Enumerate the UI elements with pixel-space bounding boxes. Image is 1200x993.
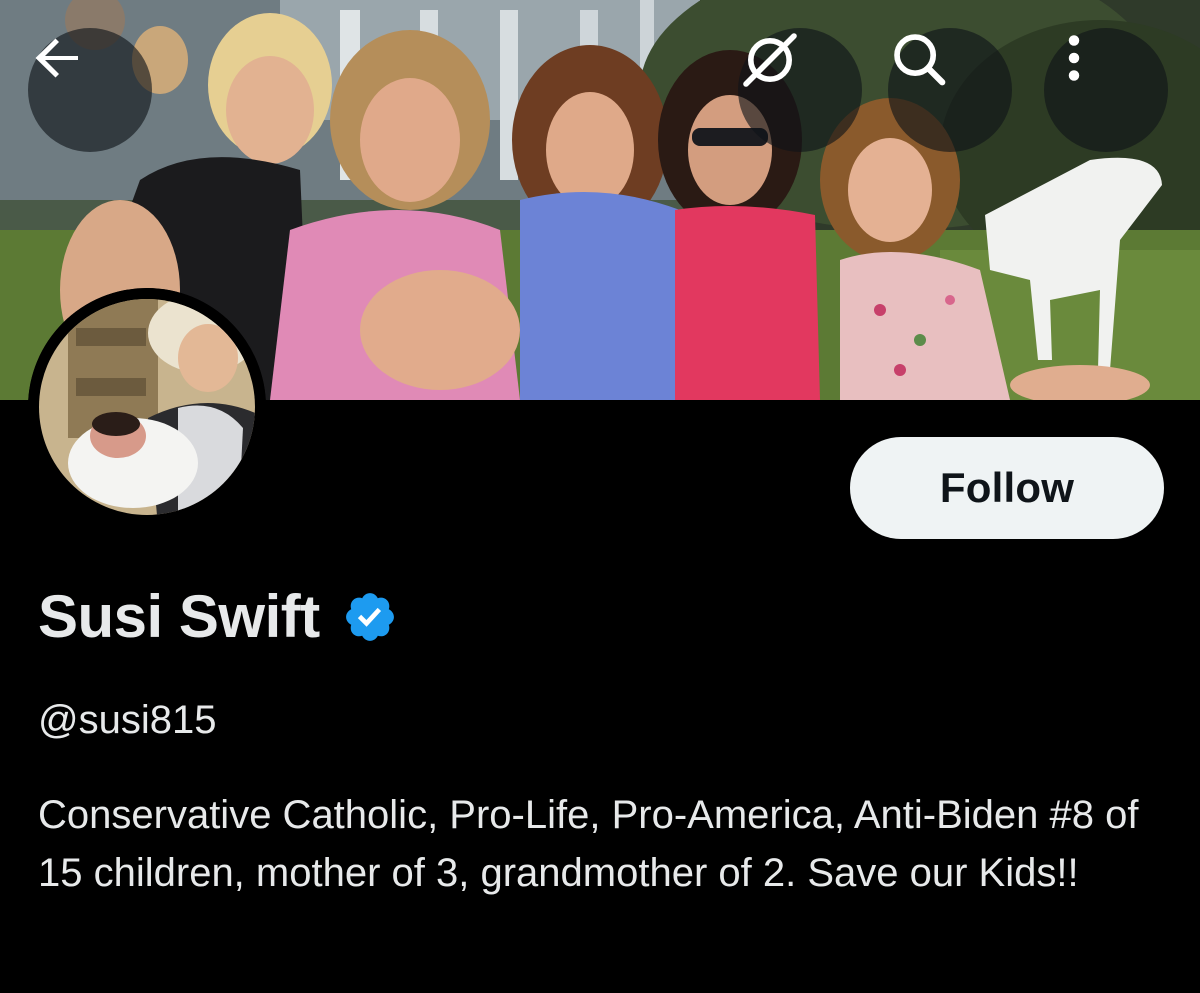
- grok-button[interactable]: [738, 28, 862, 152]
- arrow-left-icon: [35, 38, 78, 78]
- avatar-photo: [28, 288, 266, 526]
- profile-bio: Conservative Catholic, Pro-Life, Pro-Ame…: [38, 793, 1139, 895]
- search-icon: [894, 34, 946, 86]
- display-name: Susi Swift: [38, 583, 320, 650]
- back-button[interactable]: [28, 28, 152, 152]
- user-handle: @susi815: [38, 698, 217, 742]
- verified-icon: [345, 593, 394, 641]
- search-button[interactable]: [888, 28, 1012, 152]
- name-row: Susi Swift: [38, 582, 398, 652]
- grok-icon: [743, 33, 797, 87]
- more-options-button[interactable]: [1044, 28, 1168, 152]
- follow-button[interactable]: Follow: [850, 437, 1164, 539]
- verified-badge-icon[interactable]: [342, 589, 398, 645]
- profile-screen: Follow Susi Swift @susi815 Conservative …: [0, 0, 1200, 993]
- more-vertical-icon: [1068, 35, 1080, 81]
- avatar[interactable]: [28, 288, 266, 526]
